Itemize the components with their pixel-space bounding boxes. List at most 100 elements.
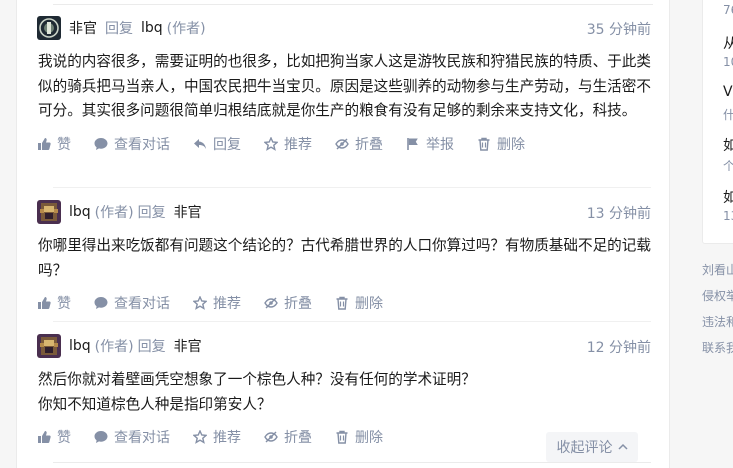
comment-item: 非官 回复 lbq (作者) 35 分钟前 我说的内容很多，需要证明的也很多，比… xyxy=(37,14,651,155)
related-questions-card: 76 从 10 V 什 如 个 如 13 xyxy=(702,0,733,244)
like-label: 赞 xyxy=(57,136,71,153)
chat-bubble-icon xyxy=(94,137,108,150)
fold-button[interactable]: 折叠 xyxy=(335,134,383,154)
like-button[interactable]: 赞 xyxy=(37,427,71,447)
recommend-button[interactable]: 推荐 xyxy=(193,293,241,313)
avatar[interactable] xyxy=(37,200,61,224)
footer-link[interactable]: 违法和 xyxy=(702,313,733,330)
like-button[interactable]: 赞 xyxy=(37,293,71,313)
reply-to-name[interactable]: 非官 xyxy=(174,202,202,222)
fold-button[interactable]: 折叠 xyxy=(264,293,312,313)
recommend-label: 推荐 xyxy=(284,136,312,153)
footer-link[interactable]: 刘看山 xyxy=(702,261,733,278)
comment-actions: 赞 查看对话 回复 推荐 折叠 举报 删除 xyxy=(37,133,651,155)
eye-off-icon xyxy=(335,138,349,149)
author-name[interactable]: lbq xyxy=(69,338,91,354)
comment-list-card: 非官 回复 lbq (作者) 35 分钟前 我说的内容很多，需要证明的也很多，比… xyxy=(16,0,670,468)
comment-time: 35 分钟前 xyxy=(586,22,651,38)
comment-content: 然后你就对着壁画凭空想象了一个棕色人种？没有任何的学术证明？ 你知不知道棕色人种… xyxy=(38,368,651,417)
recommend-button[interactable]: 推荐 xyxy=(193,427,241,447)
reply-button[interactable]: 回复 xyxy=(193,134,241,154)
comment-text: 然后你就对着壁画凭空想象了一个棕色人种？没有任何的学术证明？ xyxy=(38,371,476,388)
related-meta: 什 xyxy=(723,106,733,123)
like-label: 赞 xyxy=(57,296,71,312)
divider xyxy=(53,462,651,463)
eye-off-icon xyxy=(264,297,278,309)
footer-link[interactable]: 联系我 xyxy=(702,339,733,356)
author-name[interactable]: 非官 xyxy=(69,18,97,38)
view-conversation-label: 查看对话 xyxy=(114,296,170,312)
comment-header: lbq (作者) 回复 非官 13 分钟前 xyxy=(37,198,651,226)
star-icon xyxy=(193,430,207,444)
thumbs-up-icon xyxy=(38,431,51,443)
view-conversation-label: 查看对话 xyxy=(114,430,170,446)
comment-header: 非官 回复 lbq (作者) 35 分钟前 xyxy=(37,14,651,42)
trash-icon xyxy=(336,296,348,310)
related-item-title[interactable]: V xyxy=(723,84,733,100)
trash-icon xyxy=(336,430,348,444)
trash-icon xyxy=(478,137,490,151)
view-conversation-button[interactable]: 查看对话 xyxy=(94,134,170,154)
related-meta: 个 xyxy=(723,157,733,174)
author-name[interactable]: lbq xyxy=(69,204,91,220)
delete-label: 删除 xyxy=(497,136,525,153)
reply-word: 回复 xyxy=(105,21,133,37)
eye-off-icon xyxy=(264,431,278,443)
footer-link[interactable]: 侵权举 xyxy=(702,287,733,304)
reply-to-name[interactable]: lbq xyxy=(141,20,163,36)
reply-to-name[interactable]: 非官 xyxy=(174,336,202,356)
fold-label: 折叠 xyxy=(355,136,383,153)
chat-bubble-icon xyxy=(94,297,108,309)
avatar[interactable] xyxy=(37,16,61,40)
comment-item: lbq (作者) 回复 非官 13 分钟前 你哪里得出来吃饭都有问题这个结论的？… xyxy=(37,198,651,314)
related-meta: 10 xyxy=(723,55,733,69)
view-conversation-label: 查看对话 xyxy=(114,136,170,153)
comment-content: 你哪里得出来吃饭都有问题这个结论的？古代希腊世界的人口你算过吗？有物质基础不足的… xyxy=(38,234,651,283)
fold-label: 折叠 xyxy=(284,430,312,446)
related-item-title[interactable]: 如 xyxy=(723,187,733,207)
fold-button[interactable]: 折叠 xyxy=(264,427,312,447)
flag-icon xyxy=(407,137,418,150)
reply-word: 回复 xyxy=(137,205,166,221)
comment-time: 13 分钟前 xyxy=(586,206,651,222)
star-icon xyxy=(264,136,278,151)
delete-button[interactable]: 删除 xyxy=(335,293,383,313)
comment-text: 你哪里得出来吃饭都有问题这个结论的？古代希腊世界的人口你算过吗？有物质基础不足的… xyxy=(38,237,651,279)
divider xyxy=(53,187,651,188)
recommend-label: 推荐 xyxy=(213,430,241,446)
comment-names: lbq (作者) 回复 非官 xyxy=(69,202,202,222)
report-button[interactable]: 举报 xyxy=(406,134,454,154)
delete-label: 删除 xyxy=(355,296,383,312)
report-label: 举报 xyxy=(426,136,454,153)
reply-label: 回复 xyxy=(213,136,241,153)
author-tag: (作者) xyxy=(166,21,206,37)
comment-names: lbq (作者) 回复 非官 xyxy=(69,336,202,356)
reply-word: 回复 xyxy=(137,339,166,355)
like-button[interactable]: 赞 xyxy=(37,134,71,154)
avatar[interactable] xyxy=(37,334,61,358)
comment-names: 非官 回复 lbq (作者) xyxy=(69,18,206,38)
comment-time: 12 分钟前 xyxy=(586,340,651,356)
comment-actions: 赞 查看对话 推荐 折叠 删除 xyxy=(37,292,651,314)
comment-text: 我说的内容很多，需要证明的也很多，比如把狗当家人这是游牧民族和狩猎民族的特质、于… xyxy=(38,53,651,119)
comment-content: 我说的内容很多，需要证明的也很多，比如把狗当家人这是游牧民族和狩猎民族的特质、于… xyxy=(38,50,651,124)
fold-label: 折叠 xyxy=(284,296,312,312)
view-conversation-button[interactable]: 查看对话 xyxy=(94,427,170,447)
divider xyxy=(53,321,651,322)
delete-button[interactable]: 删除 xyxy=(477,134,525,154)
related-meta: 13 xyxy=(723,209,733,223)
recommend-button[interactable]: 推荐 xyxy=(264,134,312,154)
chevron-up-icon xyxy=(617,443,628,450)
delete-button[interactable]: 删除 xyxy=(335,427,383,447)
related-item-title[interactable]: 从 xyxy=(723,33,733,53)
view-conversation-button[interactable]: 查看对话 xyxy=(94,293,170,313)
collapse-comments-button[interactable]: 收起评论 xyxy=(546,432,638,462)
author-tag: (作者) xyxy=(94,339,134,355)
comment-item: lbq (作者) 回复 非官 12 分钟前 然后你就对着壁画凭空想象了一个棕色人… xyxy=(37,332,651,448)
star-icon xyxy=(193,296,207,310)
reply-arrow-icon xyxy=(194,138,206,149)
related-item-title[interactable]: 如 xyxy=(723,135,733,155)
divider xyxy=(53,4,653,5)
recommend-label: 推荐 xyxy=(213,296,241,312)
thumbs-up-icon xyxy=(38,137,51,150)
